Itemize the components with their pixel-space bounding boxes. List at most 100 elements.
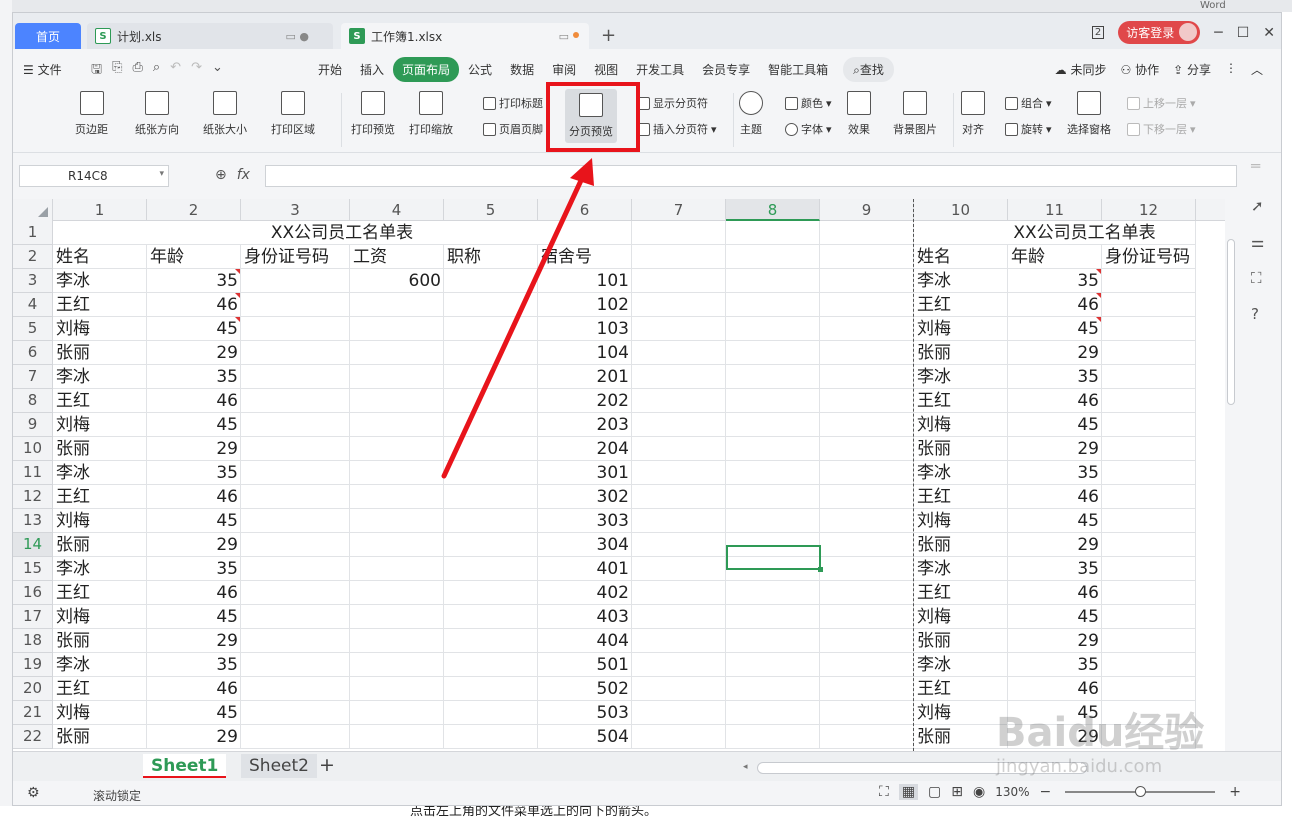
cell[interactable]: 46: [147, 293, 241, 317]
column-header[interactable]: 11: [1008, 199, 1102, 221]
cell[interactable]: [632, 701, 726, 725]
cell[interactable]: [820, 365, 914, 389]
cell[interactable]: 李冰: [53, 365, 147, 389]
cell[interactable]: [726, 365, 820, 389]
cell[interactable]: 29: [147, 629, 241, 653]
macro-status-icon[interactable]: ⚙: [27, 785, 40, 801]
ribbon-tab-0[interactable]: 开始: [309, 57, 351, 82]
cell[interactable]: [632, 629, 726, 653]
cell[interactable]: [726, 605, 820, 629]
drag-handle-icon[interactable]: ═: [1251, 157, 1260, 175]
cell[interactable]: [726, 629, 820, 653]
row-header[interactable]: 19: [13, 653, 53, 677]
cell[interactable]: [632, 437, 726, 461]
cell[interactable]: 刘梅: [53, 413, 147, 437]
sheet-tab-2[interactable]: Sheet2: [241, 754, 317, 778]
cell[interactable]: [820, 629, 914, 653]
cell[interactable]: 35: [147, 461, 241, 485]
cell[interactable]: 张丽: [53, 725, 147, 749]
cell[interactable]: 35: [1008, 461, 1102, 485]
close-icon[interactable]: ✕: [1263, 25, 1275, 41]
cell[interactable]: 刘梅: [53, 317, 147, 341]
spreadsheet-grid[interactable]: 1 2 3 4 5 6 7 8 9 10 11 12 1 XX公司员工名单表 XX公司员工名单表 2 姓名 年龄…: [13, 199, 1225, 751]
cell[interactable]: 503: [538, 701, 632, 725]
cell[interactable]: [820, 245, 914, 269]
cell[interactable]: 504: [538, 725, 632, 749]
cell[interactable]: [350, 413, 444, 437]
cell[interactable]: 刘梅: [914, 509, 1008, 533]
row-header[interactable]: 4: [13, 293, 53, 317]
new-tab-plus-icon[interactable]: +: [601, 25, 616, 46]
cell[interactable]: [1102, 413, 1196, 437]
column-header[interactable]: 9: [820, 199, 914, 221]
cell[interactable]: [820, 533, 914, 557]
cell[interactable]: [350, 389, 444, 413]
column-header[interactable]: 2: [147, 199, 241, 221]
group-button[interactable]: 组合 ▾: [1005, 95, 1052, 111]
cell[interactable]: [1102, 365, 1196, 389]
cell[interactable]: 46: [147, 581, 241, 605]
cell[interactable]: 刘梅: [914, 605, 1008, 629]
table-title-page2[interactable]: XX公司员工名单表: [914, 221, 1196, 245]
cell[interactable]: 45: [147, 509, 241, 533]
print-preview-button[interactable]: 打印预览: [351, 91, 395, 137]
cell[interactable]: [820, 293, 914, 317]
cell[interactable]: 刘梅: [914, 317, 1008, 341]
redo-icon[interactable]: ↷: [191, 60, 202, 82]
cell[interactable]: [444, 389, 538, 413]
cell[interactable]: [444, 677, 538, 701]
cell[interactable]: [726, 413, 820, 437]
cell[interactable]: [241, 725, 350, 749]
cell[interactable]: 46: [1008, 677, 1102, 701]
cell[interactable]: 李冰: [53, 653, 147, 677]
cell[interactable]: 张丽: [53, 533, 147, 557]
cell[interactable]: 29: [147, 437, 241, 461]
cell[interactable]: [1102, 653, 1196, 677]
row-header[interactable]: 21: [13, 701, 53, 725]
cell[interactable]: [241, 437, 350, 461]
cell[interactable]: 303: [538, 509, 632, 533]
cell[interactable]: 王红: [53, 581, 147, 605]
undo-icon[interactable]: ↶: [170, 60, 181, 82]
cell[interactable]: [444, 485, 538, 509]
print-area-button[interactable]: 打印区域: [271, 91, 315, 137]
cell[interactable]: [726, 341, 820, 365]
search-button[interactable]: ⌕查找: [843, 57, 894, 82]
save-icon[interactable]: 🖫: [91, 60, 102, 82]
cell[interactable]: 李冰: [914, 557, 1008, 581]
cell[interactable]: [1102, 461, 1196, 485]
cell[interactable]: 45: [147, 605, 241, 629]
send-backward-button[interactable]: 下移一层 ▾: [1127, 121, 1196, 137]
cell[interactable]: [241, 701, 350, 725]
cell[interactable]: [1102, 509, 1196, 533]
cell[interactable]: [241, 533, 350, 557]
cell[interactable]: 刘梅: [53, 605, 147, 629]
cell[interactable]: [350, 557, 444, 581]
cell[interactable]: [1102, 317, 1196, 341]
cell[interactable]: 王红: [914, 485, 1008, 509]
row-header[interactable]: 10: [13, 437, 53, 461]
cell[interactable]: [632, 365, 726, 389]
cell[interactable]: 李冰: [914, 269, 1008, 293]
cell[interactable]: 401: [538, 557, 632, 581]
cell[interactable]: 45: [1008, 317, 1102, 341]
cell[interactable]: [350, 437, 444, 461]
paper-size-button[interactable]: 纸张大小: [203, 91, 247, 137]
cell[interactable]: 李冰: [914, 365, 1008, 389]
cell[interactable]: [350, 509, 444, 533]
tab-count-icon[interactable]: 2: [1091, 26, 1105, 39]
cell[interactable]: [726, 581, 820, 605]
column-header[interactable]: 7: [632, 199, 726, 221]
cell[interactable]: [350, 725, 444, 749]
cell[interactable]: [241, 269, 350, 293]
crop-icon[interactable]: ⛶: [1251, 269, 1262, 287]
unsynced-button[interactable]: ☁ 未同步: [1055, 61, 1107, 78]
settings-sliders-icon[interactable]: ⚌: [1251, 233, 1264, 251]
cell[interactable]: [350, 461, 444, 485]
cell[interactable]: [350, 293, 444, 317]
fx-icon[interactable]: fx: [237, 167, 250, 183]
cell[interactable]: [632, 461, 726, 485]
cell[interactable]: 45: [1008, 509, 1102, 533]
cell[interactable]: 张丽: [914, 533, 1008, 557]
cell[interactable]: [1102, 629, 1196, 653]
